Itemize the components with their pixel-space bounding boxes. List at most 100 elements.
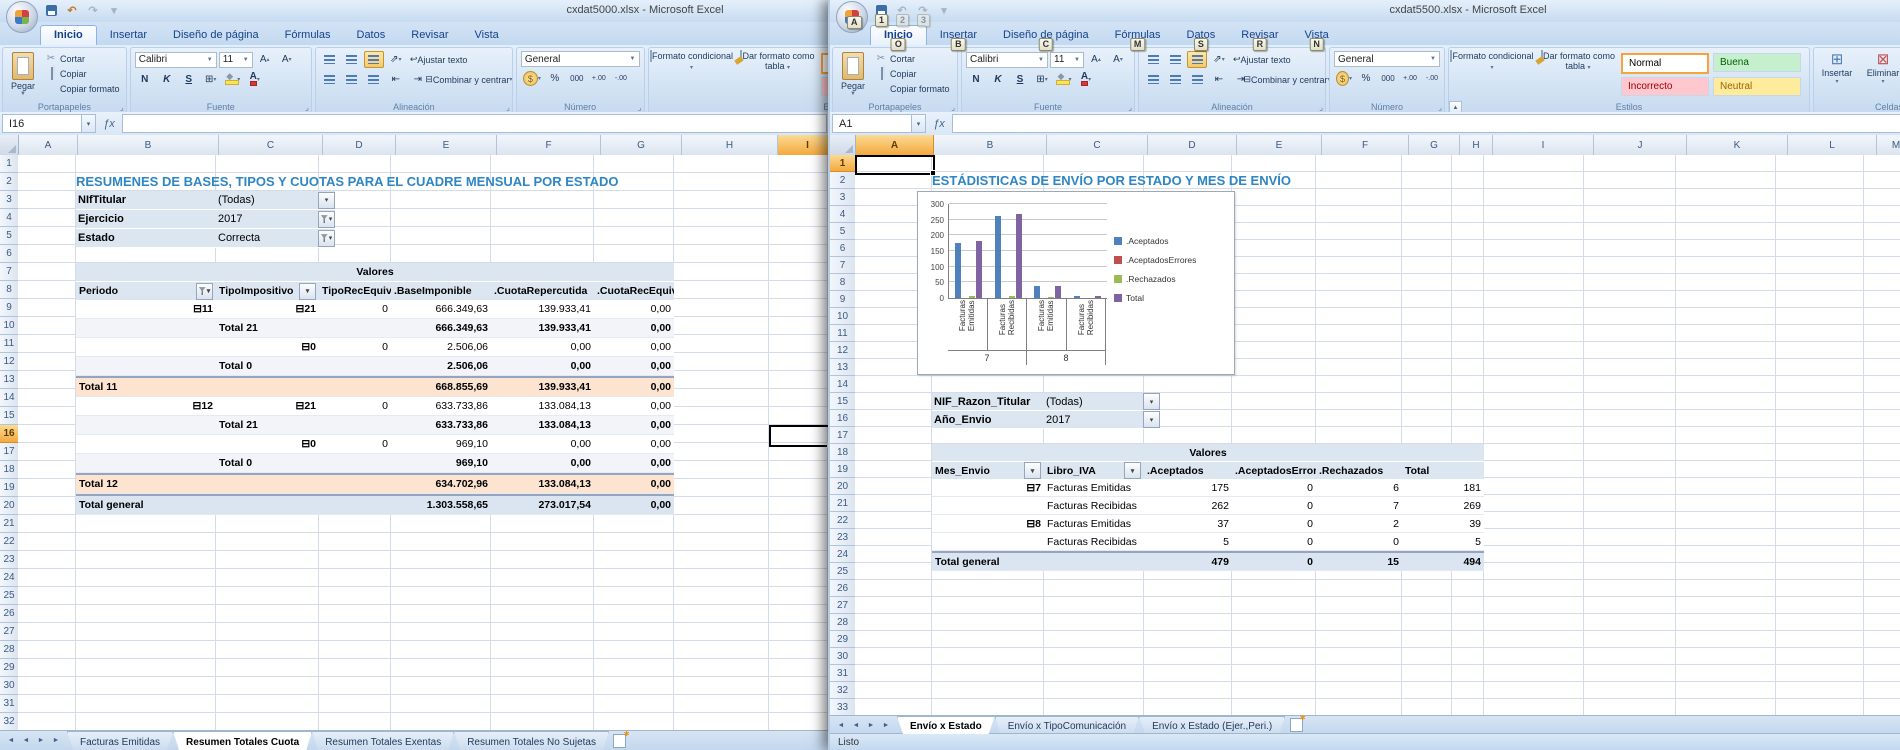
accounting-format-button[interactable]: $▾ (521, 70, 543, 87)
column-header-D[interactable]: D (323, 135, 396, 155)
fill-color-button[interactable]: ▾ (1054, 71, 1074, 88)
row-header-15[interactable]: 15 (0, 407, 18, 425)
row-header-9[interactable]: 9 (0, 299, 18, 317)
next-sheet-button[interactable]: ► (34, 734, 48, 747)
paste-button[interactable]: Pegar▼ (833, 48, 873, 97)
cut-button[interactable]: ✂Cortar (45, 51, 126, 66)
column-header-F[interactable]: F (497, 135, 601, 155)
pivot-dropdown-button[interactable]: ▾ (1124, 462, 1141, 479)
row-header-18[interactable]: 18 (830, 444, 855, 461)
column-header-B[interactable]: B (934, 135, 1047, 155)
column-header-E[interactable]: E (1237, 135, 1322, 155)
insert-function-button[interactable]: ƒx (926, 118, 952, 130)
insert-function-button[interactable]: ƒx (96, 118, 122, 130)
bold-button[interactable]: N (135, 71, 155, 88)
shrink-font-button[interactable]: A▾ (1108, 51, 1128, 68)
row-header-19[interactable]: 19 (830, 461, 855, 478)
sheet-tab-resumen-totales-cuota[interactable]: Resumen Totales Cuota (173, 731, 312, 750)
dialog-launcher-icon[interactable]: ⌟ (638, 103, 642, 112)
row-header-12[interactable]: 12 (830, 342, 855, 359)
row-header-20[interactable]: 20 (0, 497, 18, 515)
row-header-22[interactable]: 22 (0, 533, 18, 551)
merge-center-button[interactable]: ⊟ Combinar y centrar ▾ (430, 71, 508, 88)
name-box-dropdown-icon[interactable]: ▾ (82, 114, 96, 133)
row-header-27[interactable]: 27 (830, 597, 855, 614)
decrease-decimal-button[interactable]: -.00 (1422, 70, 1442, 87)
row-header-16[interactable]: 16 (830, 410, 855, 427)
last-sheet-button[interactable]: ► (49, 734, 63, 747)
title-bar[interactable]: ↶ ↷ ▾ cxdat5000.xlsx - Microsoft Excel (0, 0, 828, 23)
ribbon-tab-inicio[interactable]: InicioO (870, 25, 927, 45)
undo-button[interactable]: ↶ (63, 2, 81, 19)
format-painter-button[interactable]: Copiar formato (45, 81, 126, 96)
row-header-16[interactable]: 16 (0, 425, 18, 443)
column-header-K[interactable]: K (1687, 135, 1788, 155)
row-header-9[interactable]: 9 (830, 291, 855, 308)
sheet-tab-env-o-x-tipocomunicaci-n[interactable]: Envío x TipoComunicación (995, 716, 1139, 734)
row-header-19[interactable]: 19 (0, 479, 18, 497)
align-top-button[interactable] (320, 51, 340, 68)
row-header-31[interactable]: 31 (830, 665, 855, 682)
borders-button[interactable]: ⊞▾ (201, 71, 221, 88)
font-name-select[interactable]: Calibri▼ (966, 52, 1048, 68)
row-header-30[interactable]: 30 (0, 677, 18, 695)
cell-style-normal[interactable]: Normal (821, 53, 829, 74)
undo-button[interactable]: ↶ 2 (893, 2, 911, 19)
row-headers[interactable]: 1234567891011121314151617181920212223242… (0, 155, 19, 731)
row-header-24[interactable]: 24 (830, 546, 855, 563)
number-format-select[interactable]: General▼ (1334, 51, 1440, 67)
number-format-select[interactable]: General▼ (521, 51, 640, 67)
decrease-indent-button[interactable]: ⇤ (386, 71, 406, 88)
grid[interactable]: ESTÁDISTICAS DE ENVÍO POR ESTADO Y MES D… (855, 155, 1900, 716)
row-header-14[interactable]: 14 (830, 376, 855, 393)
row-header-18[interactable]: 18 (0, 461, 18, 479)
column-header-G[interactable]: G (601, 135, 682, 155)
column-header-A[interactable]: A (19, 135, 78, 155)
dialog-launcher-icon[interactable]: ⌟ (1319, 103, 1323, 112)
ribbon-tab-dise-o-de-p-gina[interactable]: Diseño de páginaC (990, 26, 1102, 45)
align-right-button[interactable] (364, 71, 384, 88)
decrease-indent-button[interactable]: ⇤ (1209, 71, 1229, 88)
copy-button[interactable]: Copiar (875, 66, 957, 81)
italic-button[interactable]: K (157, 71, 177, 88)
row-header-14[interactable]: 14 (0, 389, 18, 407)
row-header-28[interactable]: 28 (830, 614, 855, 631)
ribbon-tab-dise-o-de-p-gina[interactable]: Diseño de páginaC (160, 26, 272, 45)
row-header-25[interactable]: 25 (830, 563, 855, 580)
pivot-funnel-button[interactable]: ▾ (196, 283, 213, 300)
next-sheet-button[interactable]: ► (864, 719, 878, 732)
first-sheet-button[interactable]: ◄ (834, 719, 848, 732)
column-headers[interactable]: ABCDEFGHI (0, 135, 828, 156)
column-header-A[interactable]: A (856, 135, 934, 155)
font-name-select[interactable]: Calibri▼ (135, 52, 217, 68)
format-as-table-button[interactable]: Dar formato como tabla ▾ (1535, 48, 1621, 73)
align-center-button[interactable] (342, 71, 362, 88)
bold-button[interactable]: N (966, 71, 986, 88)
row-header-7[interactable]: 7 (830, 257, 855, 274)
cell-style-buena[interactable]: Buena (1713, 53, 1801, 72)
column-header-I[interactable]: I (1493, 135, 1594, 155)
align-middle-button[interactable] (342, 51, 362, 68)
decrease-decimal-button[interactable]: -.00 (611, 70, 631, 87)
row-header-3[interactable]: 3 (0, 191, 18, 209)
align-bottom-button[interactable] (1187, 51, 1207, 68)
bar-chart[interactable]: 050100150200250300Facturas EmitidasFactu… (917, 191, 1235, 375)
prev-sheet-button[interactable]: ◄ (19, 734, 33, 747)
row-header-26[interactable]: 26 (0, 605, 18, 623)
percent-style-button[interactable]: % (1356, 70, 1376, 87)
dialog-launcher-icon[interactable]: ⌟ (1438, 103, 1442, 112)
redo-button[interactable]: ↷ 3 (914, 2, 932, 19)
row-header-8[interactable]: 8 (0, 281, 18, 299)
row-header-7[interactable]: 7 (0, 263, 18, 281)
first-sheet-button[interactable]: ◄ (4, 734, 18, 747)
row-headers[interactable]: 1234567891011121314151617181920212223242… (830, 155, 856, 716)
row-header-15[interactable]: 15 (830, 393, 855, 410)
column-header-H[interactable]: H (682, 135, 778, 155)
row-header-4[interactable]: 4 (0, 209, 18, 227)
row-header-10[interactable]: 10 (0, 317, 18, 335)
ribbon-tab-datos[interactable]: DatosS (344, 26, 399, 45)
cell-style-incorrecto[interactable]: Incorrecto (1621, 77, 1709, 96)
cell-style-neutral[interactable]: Neutral (1713, 77, 1801, 96)
ribbon-tab-insertar[interactable]: InsertarB (97, 26, 160, 45)
insert-sheet-tab[interactable] (609, 731, 631, 750)
